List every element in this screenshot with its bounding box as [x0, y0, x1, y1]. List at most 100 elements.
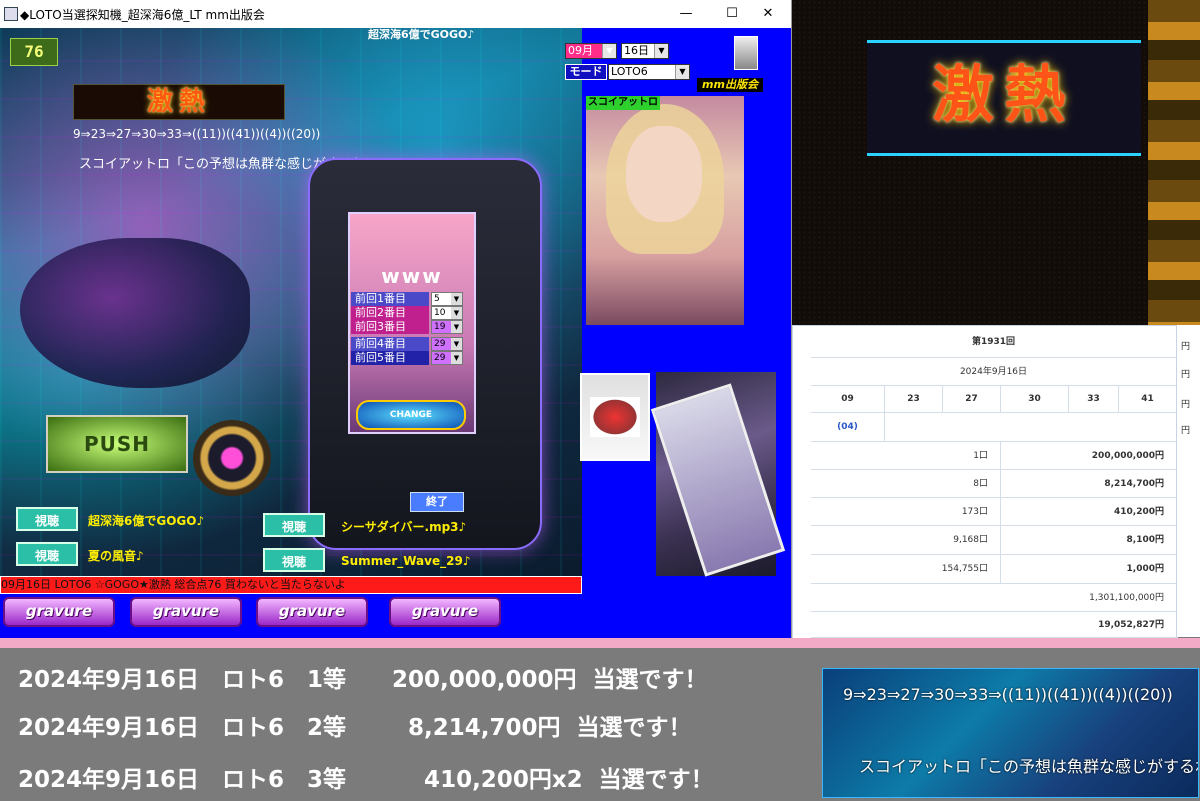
- prev-row-1: 前回1番目 5 ▼: [351, 292, 463, 306]
- mode-value: LOTO6: [611, 65, 648, 78]
- character-photo[interactable]: [586, 96, 744, 325]
- prev-select-3[interactable]: 19 ▼: [431, 320, 463, 334]
- second-table-edge: 円 円 円 円: [1176, 325, 1200, 637]
- prev-row-label: 前回4番目: [351, 337, 429, 351]
- song-title-3: シーサダイバー.mp3♪: [341, 520, 467, 534]
- prev-select-1[interactable]: 5 ▼: [431, 292, 463, 306]
- card-photo[interactable]: [650, 372, 786, 577]
- prev-select-2[interactable]: 10 ▼: [431, 306, 463, 320]
- gravure-button-4[interactable]: gravure: [389, 597, 501, 627]
- main-number-1: 09: [811, 386, 885, 413]
- song-title-2: 夏の風音♪: [88, 549, 144, 563]
- chevron-down-icon: ▼: [451, 293, 462, 305]
- prev-value: 29: [434, 339, 446, 349]
- prev-row-5: 前回5番目 29 ▼: [351, 351, 463, 365]
- prize-amount-2: 8,214,700円: [1001, 470, 1177, 498]
- main-number-5: 33: [1069, 386, 1119, 413]
- song-title-4: Summer_Wave_29♪: [341, 554, 471, 568]
- month-value: 09月: [568, 44, 593, 57]
- month-select[interactable]: 09月 ▼: [565, 43, 617, 59]
- change-button[interactable]: CHANGE: [356, 400, 466, 430]
- prize-count-3: 173口: [811, 498, 1001, 526]
- prev-value: 5: [434, 294, 440, 304]
- chevron-down-icon: ▼: [451, 321, 462, 333]
- game-thumbnail[interactable]: [580, 373, 650, 461]
- prize-amount-1: 200,000,000円: [1001, 442, 1177, 470]
- prediction-numbers: 9⇒23⇒27⇒30⇒33⇒((11))((41))((4))((20)): [73, 127, 321, 141]
- ticker-bar: 09月16日 LOTO6 ☆GOGO★激熱 総合点76 買わないと当たらないよ: [0, 576, 582, 594]
- sales-total: 19,052,827円: [811, 612, 1177, 638]
- gravure-button-1[interactable]: gravure: [3, 597, 115, 627]
- win-line-3: 2024年9月16日 ロト6 3等 410,200円x2 当選です！: [18, 767, 714, 793]
- gravure-button-3[interactable]: gravure: [256, 597, 368, 627]
- prev-select-4[interactable]: 29 ▼: [431, 337, 463, 351]
- chevron-down-icon: ▼: [451, 307, 462, 319]
- prev-row-4: 前回4番目 29 ▼: [351, 337, 463, 351]
- prev-row-label: 前回5番目: [351, 351, 429, 365]
- prev-row-3: 前回3番目 19 ▼: [351, 320, 463, 334]
- publisher-label: mm出版会: [697, 78, 763, 92]
- day-value: 16日: [624, 44, 649, 57]
- prev-row-label: 前回1番目: [351, 292, 429, 306]
- logo-76: 76: [10, 38, 58, 66]
- mode-select[interactable]: LOTO6 ▼: [608, 64, 690, 80]
- prize-count-1: 1口: [811, 442, 1001, 470]
- day-select[interactable]: 16日 ▼: [621, 43, 669, 59]
- chevron-down-icon: ▼: [451, 352, 462, 364]
- chevron-down-icon: ▼: [654, 44, 668, 58]
- chevron-down-icon: ▼: [675, 65, 689, 79]
- panel-quote: スコイアットロ「この予想は魚群な感じがするね!」: [859, 757, 1199, 776]
- gravure-button-2[interactable]: gravure: [130, 597, 242, 627]
- watch-button-3[interactable]: 視聴: [263, 513, 325, 537]
- cut-cell-1: 円: [1181, 342, 1191, 352]
- prize-count-5: 154,755口: [811, 555, 1001, 584]
- main-number-2: 23: [885, 386, 943, 413]
- card-shape: [650, 383, 786, 577]
- cut-cell-2: 円: [1181, 370, 1191, 380]
- gold-pattern: [1148, 0, 1200, 325]
- character-tag: スコイアットロ: [586, 96, 660, 110]
- prize-amount-3: 410,200円: [1001, 498, 1177, 526]
- bonus-number: (04): [811, 413, 885, 442]
- gekinetsu-large: 激熱: [867, 40, 1141, 156]
- cut-cell-3: 円: [1181, 400, 1191, 410]
- main-number-3: 27: [943, 386, 1001, 413]
- prev-value: 29: [434, 353, 446, 363]
- statue-icon[interactable]: [734, 36, 758, 70]
- minimize-button[interactable]: —: [663, 0, 709, 28]
- prev-value: 19: [434, 322, 446, 332]
- mode-label: モード: [565, 64, 607, 80]
- win-line-1: 2024年9月16日 ロト6 1等 200,000,000円 当選です！: [18, 667, 708, 693]
- carryover-amount: 1,301,100,000円: [811, 584, 1177, 612]
- win-line-2: 2024年9月16日 ロト6 2等 8,214,700円 当選です！: [18, 715, 692, 741]
- prediction-panel: 9⇒23⇒27⇒30⇒33⇒((11))((41))((4))((20)) スコ…: [822, 668, 1199, 798]
- round-number: 第1931回: [811, 326, 1177, 358]
- result-table: 第1931回 2024年9月16日 09 23 27 30 33 41 (04)…: [792, 325, 1178, 639]
- watch-button-1[interactable]: 視聴: [16, 507, 78, 531]
- push-button[interactable]: PUSH: [46, 415, 188, 473]
- face-shape: [626, 126, 702, 222]
- watch-button-2[interactable]: 視聴: [16, 542, 78, 566]
- bonus-spacer: [885, 413, 1177, 442]
- divider-bar: [0, 638, 1200, 648]
- reel-ring-icon[interactable]: [193, 420, 271, 496]
- prize-count-2: 8口: [811, 470, 1001, 498]
- main-number-4: 30: [1001, 386, 1069, 413]
- draw-date: 2024年9月16日: [811, 358, 1177, 386]
- app-icon: [4, 7, 18, 21]
- main-number-6: 41: [1119, 386, 1177, 413]
- end-button[interactable]: 終了: [410, 492, 464, 512]
- banner-text: 超深海6億でGOGO♪: [368, 28, 475, 41]
- prev-value: 10: [434, 308, 446, 318]
- prize-amount-5: 1,000円: [1001, 555, 1177, 584]
- window-title: ◆LOTO当選探知機_超深海6億_LT mm出版会: [20, 8, 265, 22]
- cut-cell-4: 円: [1181, 426, 1191, 436]
- watch-button-4[interactable]: 視聴: [263, 548, 325, 572]
- chevron-down-icon: ▼: [602, 44, 616, 58]
- prev-select-5[interactable]: 29 ▼: [431, 351, 463, 365]
- prize-count-4: 9,168口: [811, 526, 1001, 555]
- prize-amount-4: 8,100円: [1001, 526, 1177, 555]
- song-title-1: 超深海6億でGOGO♪: [88, 514, 205, 528]
- title-bar: ◆LOTO当選探知機_超深海6億_LT mm出版会 — ☐ ✕: [0, 0, 791, 28]
- close-button[interactable]: ✕: [745, 0, 791, 28]
